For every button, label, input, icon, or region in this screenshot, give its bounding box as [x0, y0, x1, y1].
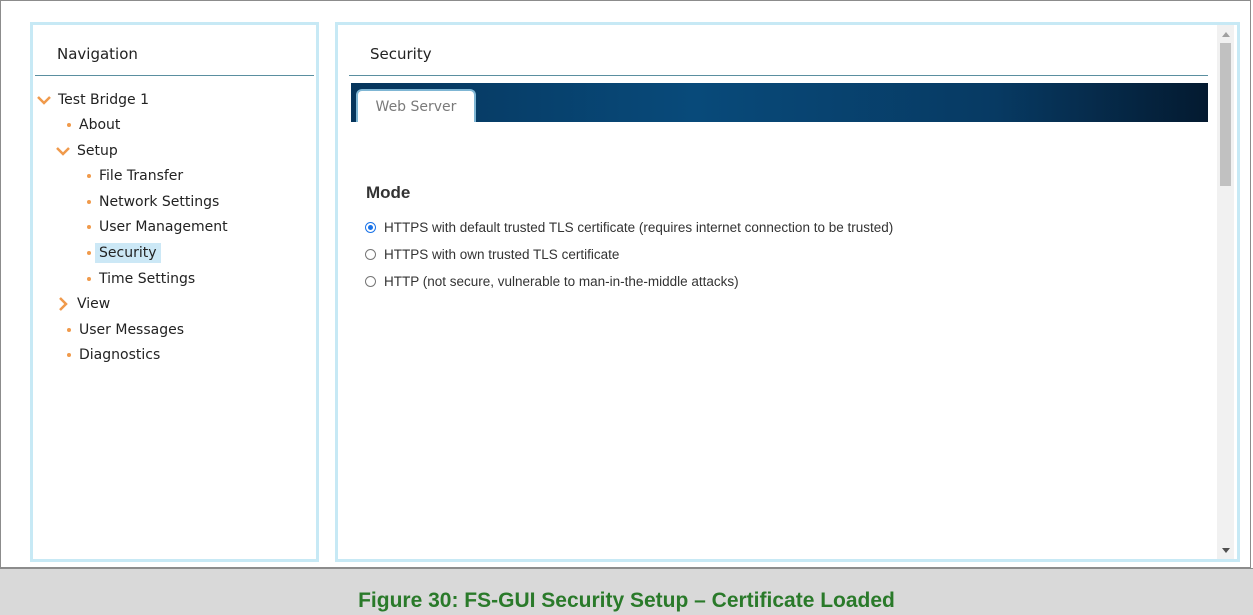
chevron-down-icon[interactable] [55, 143, 71, 159]
tree-item-time-settings[interactable]: Time Settings [87, 268, 195, 290]
tree-item-label: File Transfer [99, 168, 184, 184]
tree-item-security[interactable]: Security [87, 242, 161, 264]
figure-caption: Figure 30: FS-GUI Security Setup – Certi… [358, 589, 895, 612]
figure-caption-bar: Figure 30: FS-GUI Security Setup – Certi… [0, 568, 1253, 615]
bullet-icon [87, 225, 91, 229]
tree-item-view[interactable]: View [55, 293, 110, 315]
scroll-up-icon[interactable] [1217, 25, 1234, 42]
bullet-icon [87, 277, 91, 281]
tree-item-user-management[interactable]: User Management [87, 216, 228, 238]
radio-label: HTTPS with default trusted TLS certifica… [384, 219, 894, 235]
content-panel: Security Web Server Mode HTTPS with defa… [335, 22, 1240, 562]
tree-item-label: Diagnostics [79, 347, 161, 363]
bullet-icon [87, 251, 91, 255]
tab-label: Web Server [375, 98, 457, 115]
navigation-divider [35, 75, 314, 76]
bullet-icon [67, 123, 71, 127]
navigation-title: Navigation [57, 45, 138, 63]
bullet-icon [67, 328, 71, 332]
tree-item-label: About [79, 117, 121, 133]
mode-heading: Mode [366, 183, 411, 202]
chevron-right-icon[interactable] [55, 296, 71, 312]
tree-item-label: View [77, 296, 111, 312]
bullet-icon [67, 353, 71, 357]
radio-label: HTTP (not secure, vulnerable to man-in-t… [384, 273, 739, 289]
radio-https-own[interactable]: HTTPS with own trusted TLS certificate [365, 245, 619, 263]
navigation-panel: Navigation Test Bridge 1 About Setup Fil… [30, 22, 319, 562]
scrollbar-thumb[interactable] [1220, 43, 1231, 186]
radio-button[interactable] [365, 275, 376, 287]
tree-item-network-settings[interactable]: Network Settings [87, 191, 219, 213]
scroll-down-icon[interactable] [1217, 542, 1234, 559]
tree-item-about[interactable]: About [67, 114, 120, 136]
tree-item-label: Network Settings [99, 194, 220, 210]
tree-item-file-transfer[interactable]: File Transfer [87, 165, 183, 187]
tree-item-label: User Management [99, 219, 228, 235]
tree-item-label: User Messages [79, 322, 185, 338]
tree-item-user-messages[interactable]: User Messages [67, 319, 184, 341]
radio-http[interactable]: HTTP (not secure, vulnerable to man-in-t… [365, 272, 739, 290]
chevron-down-icon[interactable] [36, 92, 52, 108]
vertical-scrollbar[interactable] [1217, 25, 1234, 559]
radio-button[interactable] [365, 248, 376, 260]
bullet-icon [87, 200, 91, 204]
bullet-icon [87, 174, 91, 178]
tree-item-diagnostics[interactable]: Diagnostics [67, 344, 160, 366]
tree-item-label: Test Bridge 1 [58, 92, 150, 108]
radio-https-default[interactable]: HTTPS with default trusted TLS certifica… [365, 218, 893, 236]
tab-web-server[interactable]: Web Server [356, 89, 476, 122]
tree-item-label: Time Settings [99, 271, 196, 287]
app-frame: Navigation Test Bridge 1 About Setup Fil… [0, 0, 1251, 568]
tree-item-setup[interactable]: Setup [55, 140, 118, 162]
page-title: Security [370, 45, 432, 63]
content-divider [349, 75, 1208, 76]
tree-item-label: Security [95, 243, 161, 263]
radio-button-checked[interactable] [365, 221, 376, 233]
radio-label: HTTPS with own trusted TLS certificate [384, 246, 620, 262]
tree-item-test-bridge-1[interactable]: Test Bridge 1 [36, 89, 149, 111]
tree-item-label: Setup [77, 143, 118, 159]
tab-bar: Web Server [351, 83, 1208, 122]
